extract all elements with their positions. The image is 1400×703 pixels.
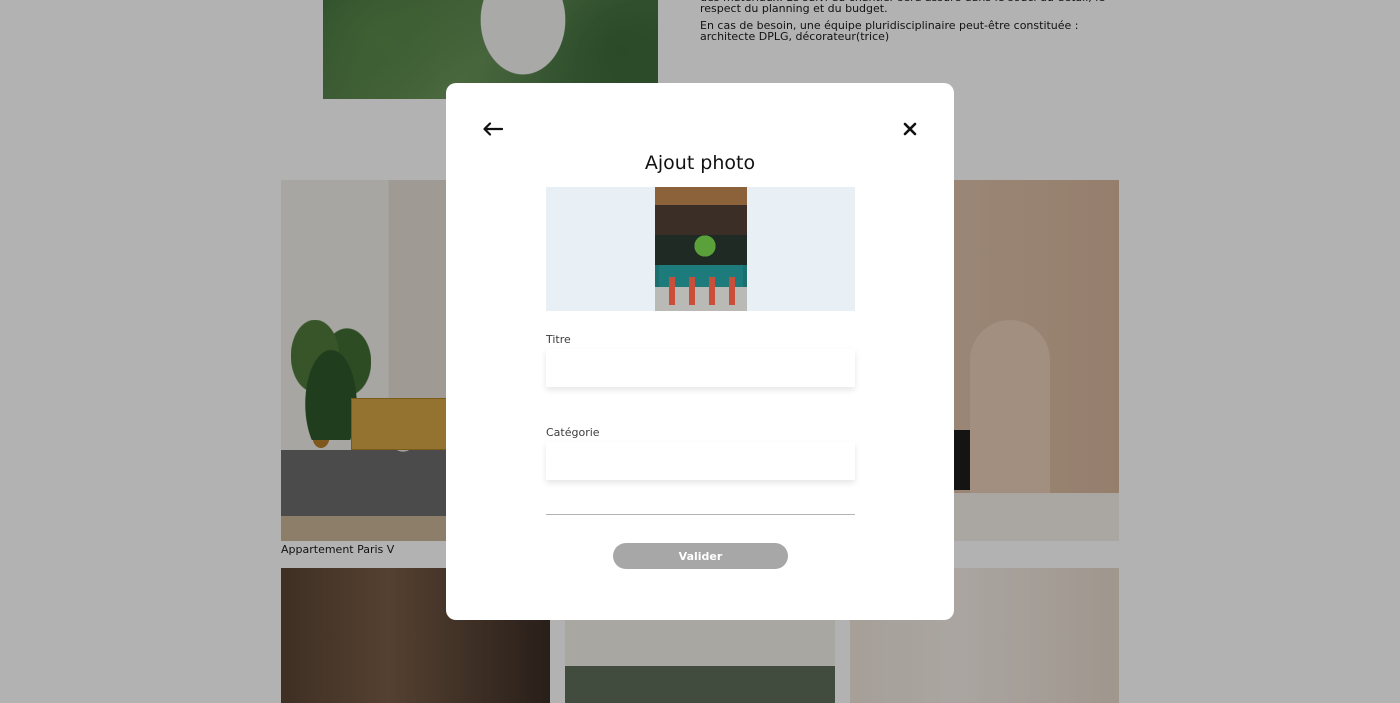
category-label: Catégorie: [546, 426, 600, 439]
category-select[interactable]: [546, 442, 855, 480]
modal-title: Ajout photo: [644, 152, 756, 174]
arrow-left-icon[interactable]: [481, 117, 505, 141]
preview-image: [654, 187, 747, 311]
close-icon[interactable]: [898, 117, 922, 141]
title-input[interactable]: [546, 349, 855, 387]
stool: [668, 277, 675, 305]
photo-preview[interactable]: [546, 187, 855, 311]
stool: [688, 277, 695, 305]
plant-decor: [692, 231, 717, 261]
divider: [546, 514, 855, 515]
title-label: Titre: [546, 333, 571, 346]
submit-button[interactable]: Valider: [613, 543, 788, 569]
stool: [708, 277, 715, 305]
add-photo-modal: Ajout photo Titre Catégorie Valider: [446, 83, 954, 620]
stool: [728, 277, 735, 305]
